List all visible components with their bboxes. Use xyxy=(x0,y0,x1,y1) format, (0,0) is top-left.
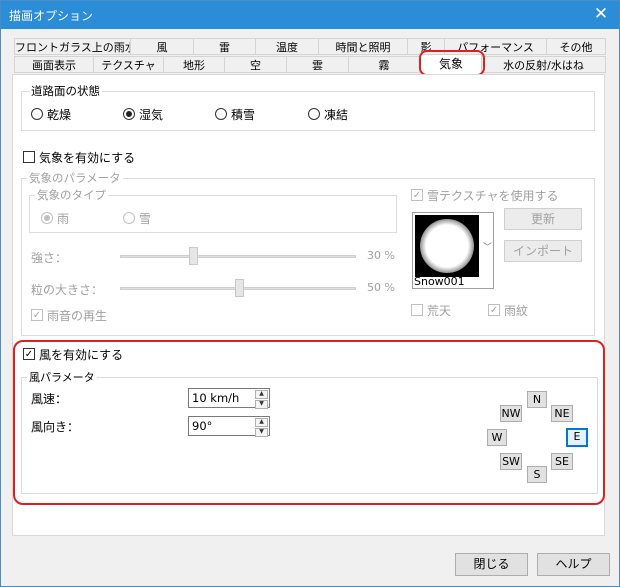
weather-enable-checkbox[interactable] xyxy=(23,151,35,163)
strength-label: 強さ： xyxy=(31,251,68,265)
strength-slider-thumb[interactable] xyxy=(189,247,198,265)
weather-params-title: 気象のパラメータ xyxy=(27,170,123,186)
update-button[interactable]: 更新 xyxy=(504,208,582,230)
wind-section-highlight xyxy=(13,340,605,505)
tab-texture[interactable]: テクスチャ xyxy=(93,56,164,73)
tab-fog[interactable]: 霧 xyxy=(348,56,420,73)
tab-windshield-rain[interactable]: フロントガラス上の雨水 xyxy=(14,38,131,55)
stormy-checkbox[interactable] xyxy=(411,304,423,316)
radio-frozen[interactable] xyxy=(308,108,320,120)
ripple-checkbox[interactable]: ✓ xyxy=(488,304,500,316)
strength-slider-track[interactable] xyxy=(120,255,356,258)
weather-type-title: 気象のタイプ xyxy=(35,187,108,203)
tab-time-lighting[interactable]: 時間と照明 xyxy=(318,38,408,55)
snow-texture-preview xyxy=(415,215,479,277)
road-state-title: 道路面の状態 xyxy=(29,83,102,99)
snow-texture-picker[interactable]: ﹀ Snow001 xyxy=(412,212,494,289)
snow-texture-checkbox[interactable]: ✓ xyxy=(411,189,423,201)
size-label: 粒の大きさ： xyxy=(31,283,104,297)
window-title: 描画オプション xyxy=(9,9,94,23)
radio-snow[interactable] xyxy=(215,108,227,120)
radio-snowfall[interactable] xyxy=(123,212,135,224)
weather-enable-label: 気象を有効にする xyxy=(39,151,136,165)
rain-sound-label: 雨音の再生 xyxy=(47,309,108,323)
size-slider-thumb[interactable] xyxy=(235,279,244,297)
tab-temperature[interactable]: 温度 xyxy=(255,38,319,55)
tab-display[interactable]: 画面表示 xyxy=(14,56,94,73)
radio-frozen-label: 凍結 xyxy=(324,108,349,122)
tab-other[interactable]: その他 xyxy=(546,38,606,55)
tab-wind[interactable]: 風 xyxy=(130,38,194,55)
weather-tab-highlight xyxy=(419,50,485,76)
tab-water-reflection[interactable]: 水の反射/水はね xyxy=(481,56,606,73)
rain-sound-checkbox[interactable]: ✓ xyxy=(31,309,43,321)
snow-texture-label: 雪テクスチャを使用する xyxy=(427,189,559,203)
help-button[interactable]: ヘルプ xyxy=(537,553,610,576)
close-icon[interactable]: ✕ xyxy=(591,4,611,24)
radio-rain[interactable] xyxy=(41,212,53,224)
tab-cloud[interactable]: 雲 xyxy=(286,56,349,73)
radio-snowfall-label: 雪 xyxy=(139,212,152,226)
texture-name: Snow001 xyxy=(414,275,465,288)
tab-sky[interactable]: 空 xyxy=(224,56,287,73)
strength-value: 30 % xyxy=(367,249,395,262)
radio-wet[interactable] xyxy=(123,108,135,120)
size-value: 50 % xyxy=(367,281,395,294)
radio-wet-label: 湿気 xyxy=(139,108,164,122)
radio-snow-label: 積雪 xyxy=(231,108,256,122)
radio-rain-label: 雨 xyxy=(57,212,70,226)
snowflake-icon xyxy=(420,219,474,273)
chevron-down-icon[interactable]: ﹀ xyxy=(483,240,492,253)
import-button[interactable]: インポート xyxy=(504,240,582,262)
stormy-label: 荒天 xyxy=(427,304,452,318)
dialog-window: 描画オプション ✕ フロントガラス上の雨水 風 雷 温度 時間と照明 影 パフォ… xyxy=(0,0,620,587)
title-bar: 描画オプション ✕ xyxy=(1,1,619,29)
radio-dry-label: 乾燥 xyxy=(47,108,72,122)
close-button[interactable]: 閉じる xyxy=(455,553,528,576)
ripple-label: 雨紋 xyxy=(504,304,529,318)
tab-terrain[interactable]: 地形 xyxy=(163,56,225,73)
tab-thunder[interactable]: 雷 xyxy=(193,38,256,55)
radio-dry[interactable] xyxy=(31,108,43,120)
